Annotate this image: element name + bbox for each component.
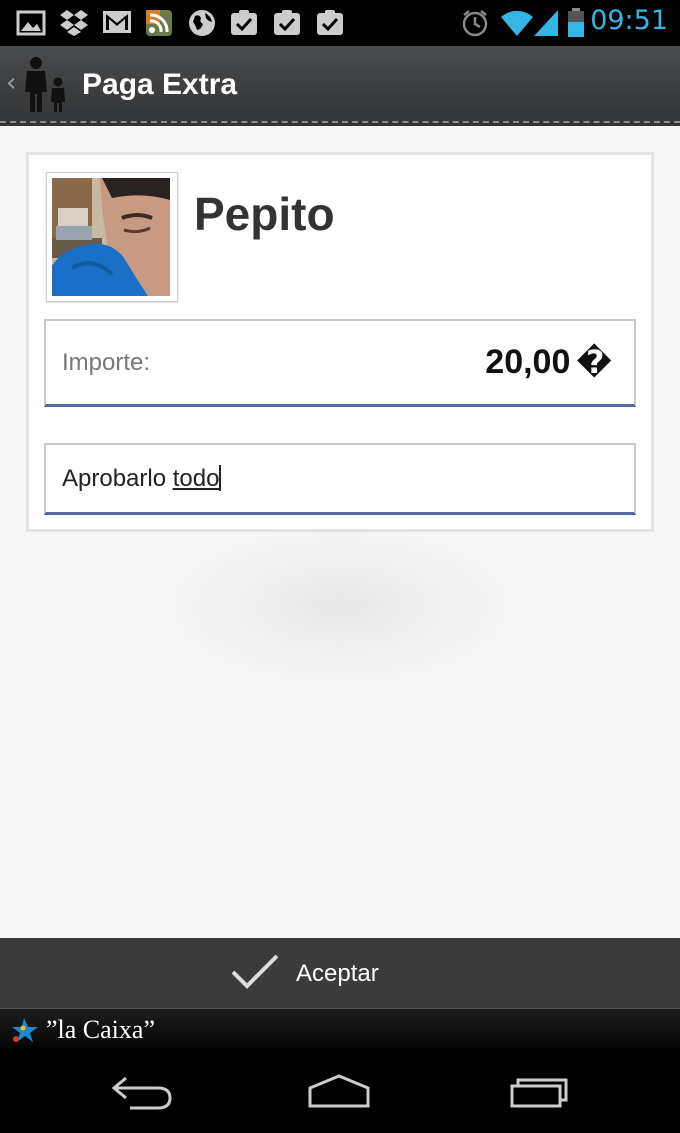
brand-bar: ”la Caixa” (0, 1008, 680, 1048)
currency-symbol: � (576, 343, 612, 381)
page-title: Paga Extra (82, 68, 238, 101)
concept-text-underlined: todo (172, 465, 220, 492)
checkmark-icon (230, 952, 280, 997)
status-bar: 09:51 (0, 0, 680, 46)
alarm-icon (460, 8, 490, 43)
home-nav-icon[interactable] (304, 1070, 374, 1119)
accept-bar: Aceptar (0, 938, 680, 1008)
form-card: Pepito Importe: 20,00 � Aprobarlo todo (26, 152, 654, 532)
signal-icon (532, 8, 560, 43)
main-content: Pepito Importe: 20,00 � Aprobarlo todo (0, 126, 680, 938)
profile-name: Pepito (194, 188, 335, 240)
back-nav-icon[interactable] (110, 1070, 174, 1119)
accept-button[interactable]: Aceptar (0, 938, 680, 1008)
action-bar: ‹ Paga Extra (0, 46, 680, 126)
wifi-icon (500, 8, 534, 43)
task-check-icon (315, 8, 345, 43)
amount-field[interactable]: Importe: 20,00 � (44, 319, 636, 407)
text-caret (219, 465, 222, 491)
recent-apps-icon[interactable] (506, 1070, 572, 1119)
concept-text-plain: Aprobarlo (62, 465, 173, 492)
concept-input[interactable]: Aprobarlo todo (44, 443, 636, 515)
navigation-bar (0, 1048, 680, 1133)
action-bar-divider (0, 121, 680, 123)
brand-name: ”la Caixa” (46, 1015, 155, 1044)
battery-icon (567, 8, 585, 43)
globe-icon (187, 8, 217, 43)
gmail-icon (101, 8, 133, 41)
la-caixa-star-logo-icon (10, 1015, 44, 1050)
concept-text[interactable]: Aprobarlo todo (62, 465, 222, 493)
amount-value[interactable]: 20,00 � (485, 343, 612, 382)
status-time: 09:51 (590, 5, 668, 36)
profile-photo (52, 178, 170, 296)
avatar (46, 172, 178, 302)
task-check-icon (229, 8, 259, 43)
gallery-icon (16, 8, 46, 43)
family-logo-icon[interactable] (18, 56, 70, 119)
amount-number: 20,00 (485, 343, 571, 381)
amount-label: Importe: (62, 349, 151, 376)
rss-icon (144, 8, 176, 43)
accept-label: Aceptar (296, 960, 379, 987)
back-chevron-icon[interactable]: ‹ (6, 68, 16, 98)
dropbox-icon (58, 8, 90, 43)
task-check-icon (272, 8, 302, 43)
